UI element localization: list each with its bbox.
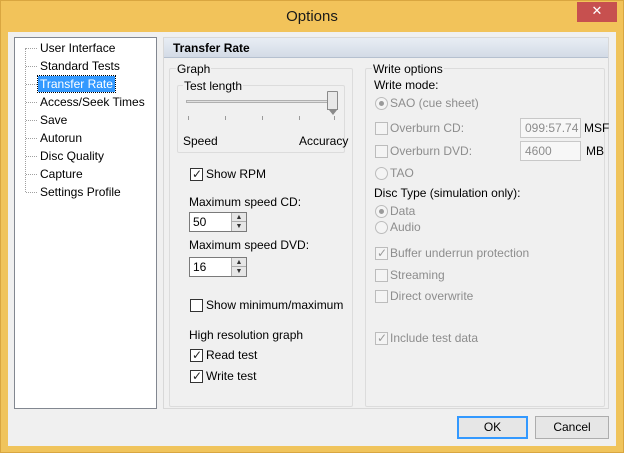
overburn-dvd-field: 4600 bbox=[520, 141, 581, 161]
show-rpm-label: Show RPM bbox=[206, 167, 267, 181]
write-mode-label: Write mode: bbox=[374, 78, 439, 92]
close-icon: ✕ bbox=[591, 4, 603, 19]
overburn-cd-label: Overburn CD: bbox=[390, 121, 465, 135]
test-length-slider-thumb[interactable] bbox=[327, 91, 338, 115]
nav-item-settings-profile[interactable]: Settings Profile bbox=[38, 184, 123, 200]
cancel-button[interactable]: Cancel bbox=[535, 416, 609, 439]
data-radio bbox=[375, 205, 388, 218]
slider-tick bbox=[225, 116, 226, 120]
tree-connector bbox=[26, 66, 37, 67]
tree-connector bbox=[26, 120, 37, 121]
nav-item-transfer-rate[interactable]: Transfer Rate bbox=[37, 75, 116, 93]
panel-header: Transfer Rate bbox=[164, 38, 608, 58]
show-rpm-checkbox[interactable]: ✓ bbox=[190, 167, 203, 181]
audio-radio bbox=[375, 221, 388, 234]
high-res-label: High resolution graph bbox=[189, 328, 304, 342]
nav-item-disc-quality[interactable]: Disc Quality bbox=[38, 148, 106, 164]
include-test-data-checkbox: ✓ bbox=[375, 331, 388, 345]
show-minmax-checkbox[interactable] bbox=[190, 299, 203, 312]
check-icon: ✓ bbox=[191, 167, 203, 181]
panel-title: Transfer Rate bbox=[173, 41, 250, 55]
arrow-down-icon[interactable]: ▼ bbox=[232, 267, 246, 276]
arrow-down-icon[interactable]: ▼ bbox=[232, 222, 246, 231]
tree-connector bbox=[26, 84, 37, 85]
max-speed-dvd-stepper[interactable]: ▲ ▼ bbox=[189, 257, 247, 277]
nav-item-autorun[interactable]: Autorun bbox=[38, 130, 84, 146]
title-bar: Options ✕ bbox=[1, 1, 623, 32]
direct-overwrite-label: Direct overwrite bbox=[390, 289, 474, 303]
nav-item-standard-tests[interactable]: Standard Tests bbox=[38, 58, 122, 74]
options-window: Options ✕ User Interface Standard Tests … bbox=[0, 0, 624, 453]
ok-button[interactable]: OK bbox=[457, 416, 528, 439]
nav-item-access-seek-times[interactable]: Access/Seek Times bbox=[38, 94, 147, 110]
read-test-checkbox[interactable]: ✓ bbox=[190, 348, 203, 362]
transfer-rate-panel: Transfer Rate Graph Test length Speed Ac… bbox=[163, 37, 609, 409]
nav-item-user-interface[interactable]: User Interface bbox=[38, 40, 117, 56]
nav-item-capture[interactable]: Capture bbox=[38, 166, 85, 182]
data-label: Data bbox=[390, 204, 416, 218]
tree-connector bbox=[26, 174, 37, 175]
streaming-label: Streaming bbox=[390, 268, 445, 282]
slider-tick bbox=[334, 116, 335, 120]
include-test-data-label: Include test data bbox=[390, 331, 479, 345]
tree-connector bbox=[26, 192, 37, 193]
disc-type-label: Disc Type (simulation only): bbox=[374, 186, 521, 200]
sao-label: SAO (cue sheet) bbox=[390, 96, 479, 110]
slider-min-label: Speed bbox=[183, 134, 218, 148]
tree-connector bbox=[26, 156, 37, 157]
close-button[interactable]: ✕ bbox=[577, 2, 617, 22]
graph-group-legend: Graph bbox=[176, 62, 212, 76]
tree-connector bbox=[26, 102, 37, 103]
overburn-dvd-label: Overburn DVD: bbox=[390, 144, 473, 158]
write-test-checkbox[interactable]: ✓ bbox=[190, 369, 203, 383]
tree-connector bbox=[26, 138, 37, 139]
options-category-list[interactable]: User Interface Standard Tests Transfer R… bbox=[14, 37, 157, 409]
check-icon: ✓ bbox=[191, 369, 203, 383]
dialog-body: User Interface Standard Tests Transfer R… bbox=[8, 32, 616, 446]
sao-radio bbox=[375, 97, 388, 110]
slider-tick bbox=[299, 116, 300, 120]
overburn-cd-checkbox bbox=[375, 122, 388, 135]
overburn-cd-field: 099:57.74 bbox=[520, 118, 581, 138]
test-length-legend: Test length bbox=[183, 79, 244, 93]
overburn-dvd-unit: MB bbox=[586, 144, 604, 158]
check-icon: ✓ bbox=[191, 348, 203, 362]
tao-radio bbox=[375, 167, 388, 180]
window-title: Options bbox=[286, 8, 338, 25]
test-length-slider-track bbox=[186, 100, 338, 103]
arrow-up-icon[interactable]: ▲ bbox=[232, 213, 246, 222]
nav-item-save[interactable]: Save bbox=[38, 112, 69, 128]
slider-tick bbox=[262, 116, 263, 120]
max-speed-cd-input[interactable] bbox=[193, 214, 231, 230]
max-speed-cd-stepper[interactable]: ▲ ▼ bbox=[189, 212, 247, 232]
arrow-up-icon[interactable]: ▲ bbox=[232, 258, 246, 267]
max-speed-cd-label: Maximum speed CD: bbox=[189, 195, 302, 209]
tree-connector bbox=[26, 48, 37, 49]
tao-label: TAO bbox=[390, 166, 414, 180]
write-options-legend: Write options bbox=[372, 62, 444, 76]
audio-label: Audio bbox=[390, 220, 421, 234]
check-icon: ✓ bbox=[376, 331, 388, 345]
write-test-label: Write test bbox=[206, 369, 257, 383]
max-speed-dvd-input[interactable] bbox=[193, 259, 231, 275]
direct-overwrite-checkbox bbox=[375, 290, 388, 303]
overburn-cd-unit: MSF bbox=[584, 121, 610, 135]
max-speed-dvd-label: Maximum speed DVD: bbox=[189, 238, 310, 252]
show-minmax-label: Show minimum/maximum bbox=[206, 298, 344, 312]
read-test-label: Read test bbox=[206, 348, 258, 362]
slider-max-label: Accuracy bbox=[299, 134, 349, 148]
streaming-checkbox bbox=[375, 269, 388, 282]
check-icon: ✓ bbox=[376, 246, 388, 260]
overburn-dvd-checkbox bbox=[375, 145, 388, 158]
slider-tick bbox=[188, 116, 189, 120]
buffer-underrun-label: Buffer underrun protection bbox=[390, 246, 530, 260]
buffer-underrun-checkbox: ✓ bbox=[375, 246, 388, 260]
